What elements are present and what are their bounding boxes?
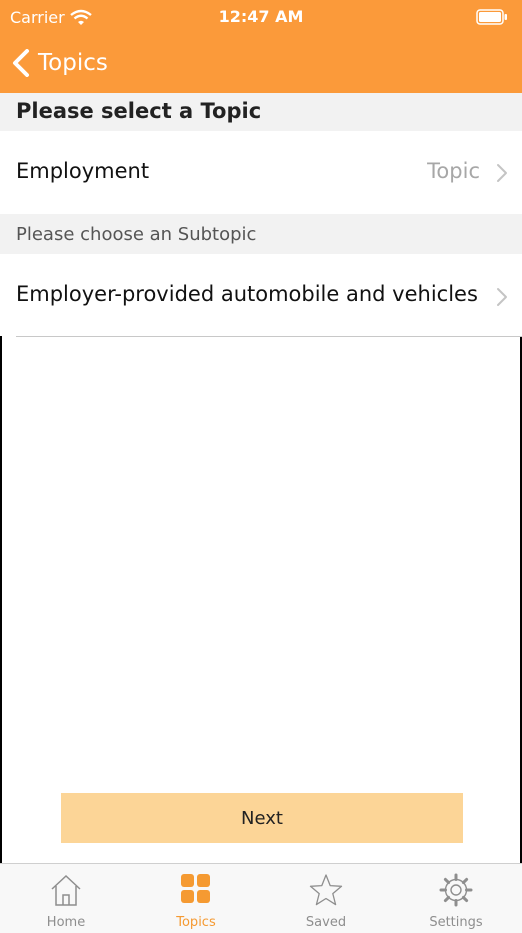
subtopic-section-header: Please choose an Subtopic — [0, 214, 522, 254]
tab-saved-label: Saved — [305, 915, 347, 930]
tab-saved[interactable]: Saved — [261, 864, 391, 933]
status-bar: Carrier 12:47 AM — [0, 0, 522, 36]
topic-row-value: Topic — [427, 159, 480, 183]
grid-icon — [181, 874, 210, 903]
page-title: Please select a Topic — [16, 99, 262, 123]
status-time: 12:47 AM — [218, 7, 304, 26]
chevron-right-icon — [497, 164, 507, 182]
star-icon — [309, 874, 343, 906]
back-button[interactable]: Topics — [12, 46, 108, 80]
subtopic-header-label: Please choose an Subtopic — [16, 224, 257, 245]
topic-row-label: Employment — [16, 159, 150, 183]
battery-icon — [476, 9, 507, 25]
home-icon — [51, 874, 81, 906]
chevron-right-icon — [497, 288, 507, 306]
gear-icon — [439, 873, 473, 907]
topic-row[interactable]: Employment Topic — [0, 131, 522, 214]
back-button-label: Topics — [38, 50, 108, 76]
row-divider — [16, 336, 522, 337]
tab-home-label: Home — [46, 915, 86, 930]
subtopic-row-label: Employer-provided automobile and vehicle… — [16, 282, 478, 306]
tab-home[interactable]: Home — [1, 864, 131, 933]
chevron-left-icon — [13, 49, 29, 77]
tab-topics-label: Topics — [176, 915, 216, 930]
tab-settings-label: Settings — [429, 915, 483, 930]
tab-bar: Home Topics Saved Settings — [0, 863, 522, 933]
app-header: Carrier 12:47 AM Topics — [0, 0, 522, 93]
tab-settings[interactable]: Settings — [391, 864, 521, 933]
next-button[interactable]: Next — [61, 793, 463, 843]
topic-section-header: Please select a Topic — [0, 93, 522, 131]
subtopic-row[interactable]: Employer-provided automobile and vehicle… — [0, 254, 522, 336]
tab-topics[interactable]: Topics — [131, 864, 261, 933]
